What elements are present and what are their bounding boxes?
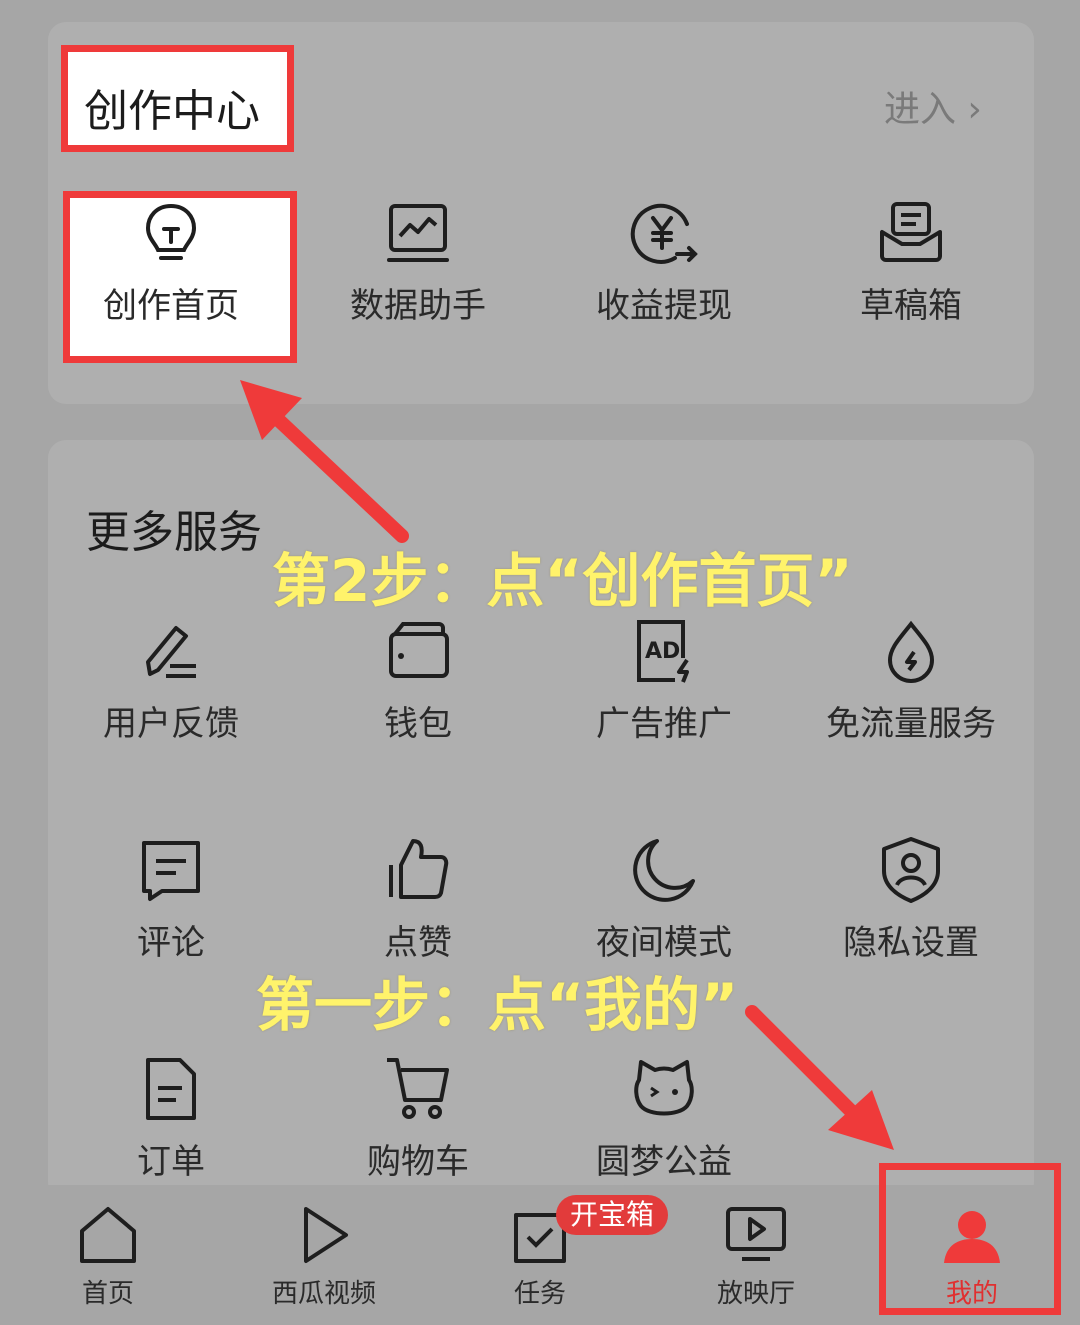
arrow-to-mine — [745, 1005, 894, 1150]
arrow-to-creation-home — [240, 380, 409, 543]
annotation-arrows — [240, 380, 894, 1150]
annotation-step1: 第一步：点“我的” — [256, 971, 739, 1039]
annotation-step2: 第2步：点“创作首页” — [272, 547, 853, 615]
